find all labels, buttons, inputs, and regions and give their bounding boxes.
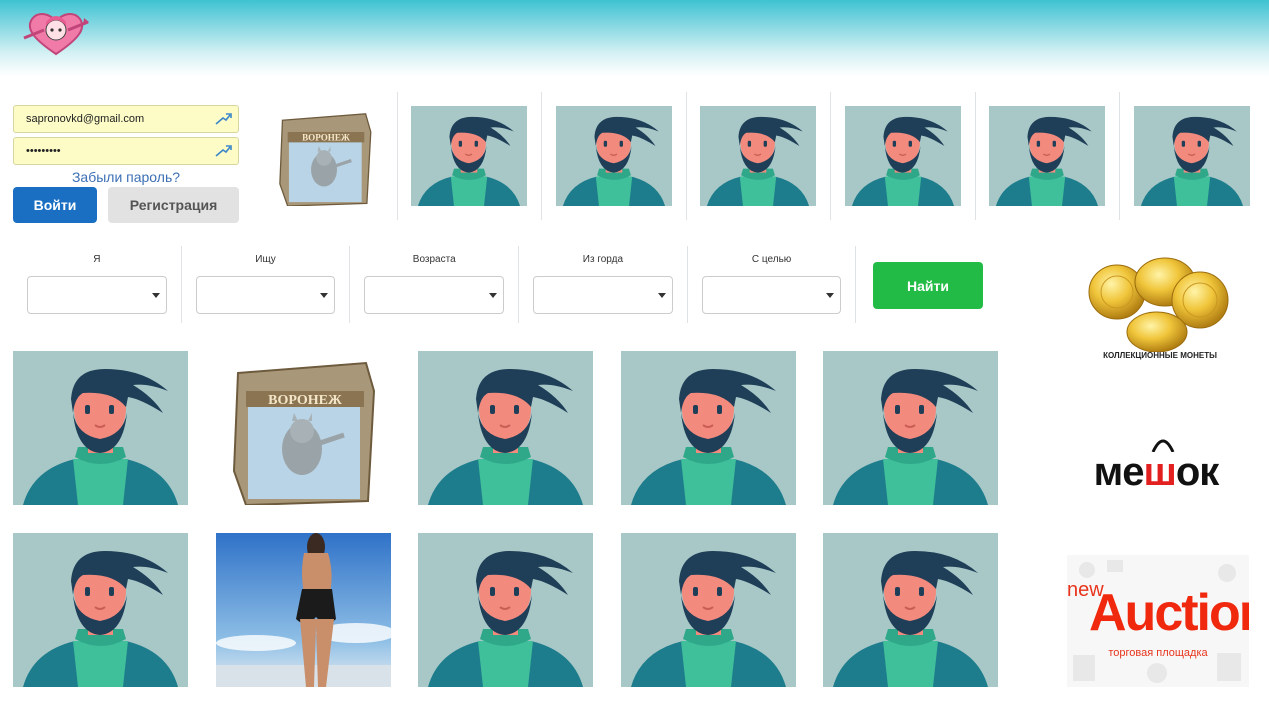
find-button[interactable]: Найти xyxy=(873,262,983,309)
filter-label: Возраста xyxy=(412,254,456,265)
avatar-thumbnail[interactable] xyxy=(989,106,1106,206)
filter-select[interactable] xyxy=(701,276,842,314)
strip-profile-cell[interactable]: ВОРОНЕЖ xyxy=(253,92,398,220)
login-buttons: Войти Регистрация xyxy=(13,187,239,223)
filter-group: Я xyxy=(13,246,182,323)
filter-label: Ищу xyxy=(255,254,276,265)
strip-profile-cell[interactable] xyxy=(976,92,1120,220)
heart-anime-logo-icon[interactable] xyxy=(22,8,90,58)
avatar-thumbnail[interactable] xyxy=(700,106,817,206)
filter-label: Я xyxy=(93,254,101,265)
avatar-thumbnail[interactable] xyxy=(555,106,672,206)
profile-card-avatar[interactable] xyxy=(620,533,796,687)
filter-label: Из горда xyxy=(582,254,624,265)
chevron-down-icon xyxy=(657,293,666,298)
meshok-suffix: ок xyxy=(1175,450,1219,494)
strip-profile-cell[interactable] xyxy=(687,92,831,220)
filter-group: Ищу xyxy=(182,246,351,323)
svg-text:ВОРОНЕЖ: ВОРОНЕЖ xyxy=(302,132,350,142)
chevron-down-icon xyxy=(151,293,160,298)
chevron-down-icon xyxy=(489,293,498,298)
filter-group: Из горда xyxy=(519,246,688,323)
meshok-highlight: ш xyxy=(1143,450,1177,494)
strip-profile-cell[interactable] xyxy=(831,92,976,220)
filter-select[interactable] xyxy=(195,276,336,314)
filter-group: Возраста xyxy=(350,246,520,323)
search-filters: Я Ищу Возраста Из горда С целью xyxy=(13,246,857,323)
profile-card-avatar[interactable] xyxy=(418,351,593,505)
filter-label: С целью xyxy=(751,254,792,265)
avatar-thumbnail[interactable] xyxy=(844,106,961,206)
top-profile-strip: ВОРОНЕЖ xyxy=(253,92,1265,220)
login-button[interactable]: Войти xyxy=(13,187,97,223)
page: Забыли пароль? Войти Регистрация ВОРОНЕЖ xyxy=(0,0,1269,704)
profile-card-photo[interactable] xyxy=(215,533,391,687)
filter-select[interactable] xyxy=(533,276,673,314)
avatar-thumbnail[interactable] xyxy=(1134,106,1251,206)
email-field[interactable] xyxy=(14,106,238,132)
login-form: Забыли пароль? Войти Регистрация xyxy=(13,105,239,223)
strip-profile-cell[interactable] xyxy=(542,92,687,220)
chevron-down-icon xyxy=(320,293,329,298)
profile-card-avatar[interactable] xyxy=(418,533,593,687)
avatar-thumbnail[interactable] xyxy=(411,106,528,206)
strip-profile-cell[interactable] xyxy=(1120,92,1265,220)
profile-grid: ВОРОНЕЖ xyxy=(13,351,998,687)
filter-group: С целью xyxy=(688,246,857,323)
coins-caption: КОЛЛЕКЦИОННЫЕ МОНЕТЫ xyxy=(1103,351,1217,360)
ad-new-auction[interactable]: new Auction торговая площадка xyxy=(1067,555,1249,687)
auction-subtitle: торговая площадка xyxy=(1108,647,1208,659)
password-field[interactable] xyxy=(14,138,238,164)
key-autofill-icon[interactable] xyxy=(214,144,232,158)
password-field-wrapper xyxy=(13,137,239,165)
profile-card-avatar[interactable] xyxy=(620,351,796,505)
profile-card-avatar[interactable] xyxy=(823,351,998,505)
meshok-prefix: ме xyxy=(1093,450,1145,494)
gold-coins-icon xyxy=(1088,257,1229,353)
voronezh-card-thumbnail[interactable]: ВОРОНЕЖ xyxy=(267,106,383,206)
chevron-down-icon xyxy=(826,293,835,298)
auction-title: Auction xyxy=(1089,584,1249,642)
ad-collectible-coins[interactable]: КОЛЛЕКЦИОННЫЕ МОНЕТЫ xyxy=(1085,256,1235,364)
filter-select[interactable] xyxy=(364,276,505,314)
meshok-logo: мешок xyxy=(1072,450,1240,495)
profile-card-avatar[interactable] xyxy=(823,533,998,687)
svg-text:ВОРОНЕЖ: ВОРОНЕЖ xyxy=(268,393,342,408)
header xyxy=(0,0,1269,76)
ad-meshok[interactable]: мешок xyxy=(1072,436,1240,500)
profile-card-avatar[interactable] xyxy=(13,533,188,687)
register-button[interactable]: Регистрация xyxy=(108,187,239,223)
filter-select[interactable] xyxy=(27,276,167,314)
email-field-wrapper xyxy=(13,105,239,133)
key-autofill-icon[interactable] xyxy=(214,112,232,126)
forgot-password-link[interactable]: Забыли пароль? xyxy=(13,169,239,186)
profile-card-avatar[interactable] xyxy=(13,351,188,505)
profile-card-voronezh[interactable]: ВОРОНЕЖ xyxy=(215,351,391,505)
strip-profile-cell[interactable] xyxy=(398,92,542,220)
